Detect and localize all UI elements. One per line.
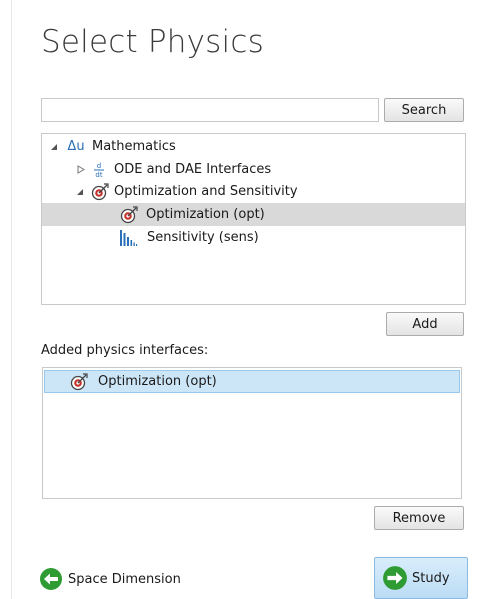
delta-u-icon: Δu — [67, 139, 85, 154]
svg-text:d: d — [97, 162, 101, 170]
tree-item-mathematics[interactable]: Δu Mathematics — [42, 135, 465, 158]
optimization-target-icon — [70, 372, 88, 391]
svg-text:dt: dt — [95, 171, 102, 179]
d-dt-icon: d dt — [93, 161, 105, 179]
collapsed-arrow-icon[interactable] — [76, 165, 86, 175]
tree-item-ode-dae-interfaces[interactable]: d dt ODE and DAE Interfaces — [42, 158, 465, 181]
study-next-button[interactable]: Study — [374, 557, 468, 599]
left-divider — [11, 0, 12, 599]
optimization-target-icon — [120, 205, 138, 224]
search-button[interactable]: Search — [384, 98, 464, 122]
remove-button[interactable]: Remove — [374, 506, 464, 530]
tree-item-optimization-and-sensitivity[interactable]: Optimization and Sensitivity — [42, 180, 465, 203]
expanded-arrow-icon[interactable] — [49, 142, 59, 152]
tree-item-optimization-opt[interactable]: Optimization (opt) — [42, 203, 465, 226]
added-interfaces-list[interactable]: Optimization (opt) — [42, 367, 462, 499]
added-interfaces-label: Added physics interfaces: — [41, 343, 209, 358]
optimization-target-icon — [91, 182, 109, 201]
physics-tree[interactable]: Δu Mathematics d dt ODE and DAE Interfac… — [41, 133, 466, 305]
arrow-left-icon — [39, 567, 63, 591]
tree-item-sensitivity-sens[interactable]: Sensitivity (sens) — [42, 226, 465, 249]
search-input[interactable] — [41, 98, 379, 122]
added-item-optimization-opt[interactable]: Optimization (opt) — [44, 370, 460, 393]
page-title: Select Physics — [41, 24, 264, 60]
sensitivity-bars-icon — [119, 229, 139, 247]
expanded-arrow-icon[interactable] — [75, 187, 85, 197]
add-button[interactable]: Add — [386, 312, 464, 336]
arrow-right-icon — [382, 565, 408, 591]
space-dimension-back-button[interactable]: Space Dimension — [39, 566, 181, 592]
